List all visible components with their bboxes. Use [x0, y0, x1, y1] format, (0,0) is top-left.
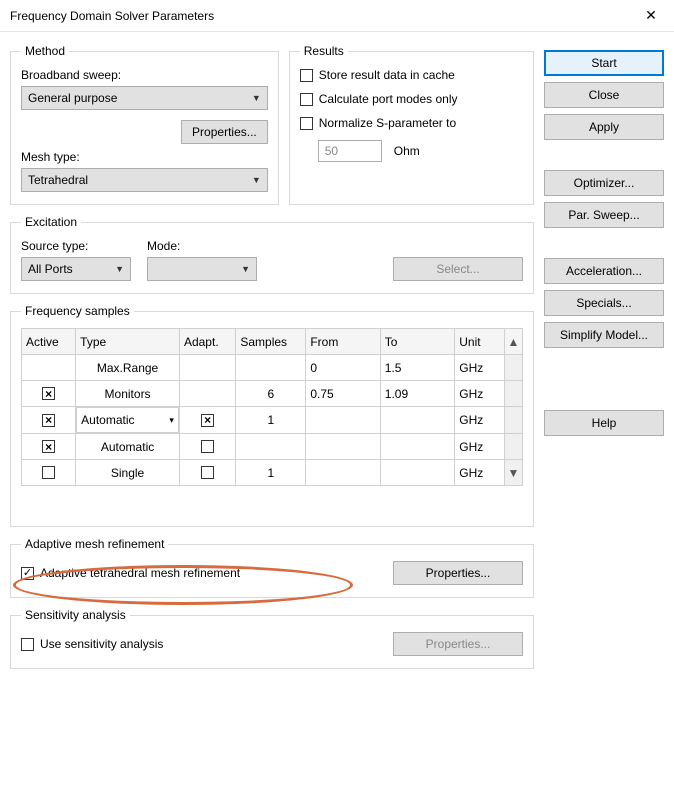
- table-row[interactable]: Monitors60.751.09GHz: [22, 381, 523, 407]
- close-icon[interactable]: ✕: [628, 0, 674, 32]
- apply-button[interactable]: Apply: [544, 114, 664, 140]
- acceleration-button[interactable]: Acceleration...: [544, 258, 664, 284]
- meshtype-label: Mesh type:: [21, 150, 268, 164]
- calc-port-checkbox[interactable]: [300, 93, 313, 106]
- amr-properties-button[interactable]: Properties...: [393, 561, 523, 585]
- store-cache-checkbox[interactable]: [300, 69, 313, 82]
- col-samples[interactable]: Samples: [236, 329, 306, 355]
- sensitivity-checkbox-row[interactable]: Use sensitivity analysis: [21, 637, 385, 651]
- help-button[interactable]: Help: [544, 410, 664, 436]
- results-group: Results Store result data in cache Calcu…: [289, 44, 534, 205]
- sensitivity-group: Sensitivity analysis Use sensitivity ana…: [10, 608, 534, 669]
- amr-label: Adaptive tetrahedral mesh refinement: [40, 566, 240, 580]
- calc-port-row[interactable]: Calculate port modes only: [300, 92, 523, 106]
- source-type-value: All Ports: [28, 262, 73, 276]
- table-header-row: Active Type Adapt. Samples From To Unit …: [22, 329, 523, 355]
- active-checkbox[interactable]: [42, 414, 55, 427]
- ohm-input: 50: [318, 140, 382, 162]
- titlebar: Frequency Domain Solver Parameters ✕: [0, 0, 674, 32]
- source-type-select[interactable]: All Ports ▼: [21, 257, 131, 281]
- adapt-checkbox[interactable]: [201, 414, 214, 427]
- normalize-row[interactable]: Normalize S-parameter to: [300, 116, 523, 130]
- active-checkbox[interactable]: [42, 440, 55, 453]
- excitation-legend: Excitation: [21, 215, 81, 229]
- mode-select: ▼: [147, 257, 257, 281]
- results-legend: Results: [300, 44, 348, 58]
- table-row[interactable]: Max.Range01.5GHz: [22, 355, 523, 381]
- excitation-group: Excitation Source type: All Ports ▼ Mode…: [10, 215, 534, 294]
- source-type-label: Source type:: [21, 239, 131, 253]
- col-active[interactable]: Active: [22, 329, 76, 355]
- ohm-unit: Ohm: [394, 144, 420, 158]
- calc-port-label: Calculate port modes only: [319, 92, 458, 106]
- optimizer-button[interactable]: Optimizer...: [544, 170, 664, 196]
- chevron-down-icon: ▼: [252, 175, 261, 185]
- col-adapt[interactable]: Adapt.: [179, 329, 235, 355]
- amr-checkbox[interactable]: [21, 567, 34, 580]
- broadband-label: Broadband sweep:: [21, 68, 268, 82]
- method-properties-button[interactable]: Properties...: [181, 120, 268, 144]
- amr-legend: Adaptive mesh refinement: [21, 537, 168, 551]
- store-cache-label: Store result data in cache: [319, 68, 455, 82]
- mode-label: Mode:: [147, 239, 257, 253]
- chevron-down-icon: ▼: [241, 264, 250, 274]
- amr-checkbox-row[interactable]: Adaptive tetrahedral mesh refinement: [21, 566, 385, 580]
- sensitivity-checkbox[interactable]: [21, 638, 34, 651]
- table-row[interactable]: Single1GHz▼: [22, 460, 523, 486]
- col-unit[interactable]: Unit: [455, 329, 505, 355]
- sensitivity-legend: Sensitivity analysis: [21, 608, 130, 622]
- active-checkbox[interactable]: [42, 466, 55, 479]
- store-cache-row[interactable]: Store result data in cache: [300, 68, 523, 82]
- par-sweep-button[interactable]: Par. Sweep...: [544, 202, 664, 228]
- freq-table[interactable]: Active Type Adapt. Samples From To Unit …: [21, 328, 523, 486]
- col-type[interactable]: Type: [76, 329, 180, 355]
- scroll-down-icon[interactable]: ▼: [504, 460, 522, 486]
- active-checkbox[interactable]: [42, 387, 55, 400]
- table-row[interactable]: AutomaticGHz: [22, 434, 523, 460]
- adapt-checkbox[interactable]: [201, 440, 214, 453]
- freq-legend: Frequency samples: [21, 304, 134, 318]
- sensitivity-label: Use sensitivity analysis: [40, 637, 163, 651]
- chevron-down-icon: ▼: [252, 93, 261, 103]
- chevron-down-icon: ▼: [115, 264, 124, 274]
- specials-button[interactable]: Specials...: [544, 290, 664, 316]
- broadband-value: General purpose: [28, 91, 117, 105]
- sensitivity-properties-button: Properties...: [393, 632, 523, 656]
- meshtype-value: Tetrahedral: [28, 173, 88, 187]
- meshtype-select[interactable]: Tetrahedral ▼: [21, 168, 268, 192]
- col-to[interactable]: To: [380, 329, 454, 355]
- start-button[interactable]: Start: [544, 50, 664, 76]
- simplify-model-button[interactable]: Simplify Model...: [544, 322, 664, 348]
- col-from[interactable]: From: [306, 329, 380, 355]
- method-group: Method Broadband sweep: General purpose …: [10, 44, 279, 205]
- scroll-up-icon[interactable]: ▲: [504, 329, 522, 355]
- freq-group: Frequency samples Active Type Adapt. Sam…: [10, 304, 534, 527]
- normalize-checkbox[interactable]: [300, 117, 313, 130]
- chevron-down-icon[interactable]: ▾: [169, 415, 174, 426]
- adapt-checkbox[interactable]: [201, 466, 214, 479]
- excitation-select-button: Select...: [393, 257, 523, 281]
- window-title: Frequency Domain Solver Parameters: [10, 9, 628, 23]
- broadband-select[interactable]: General purpose ▼: [21, 86, 268, 110]
- normalize-label: Normalize S-parameter to: [319, 116, 456, 130]
- amr-group: Adaptive mesh refinement Adaptive tetrah…: [10, 537, 534, 598]
- close-button[interactable]: Close: [544, 82, 664, 108]
- table-row[interactable]: Automatic▾1GHz: [22, 407, 523, 434]
- method-legend: Method: [21, 44, 69, 58]
